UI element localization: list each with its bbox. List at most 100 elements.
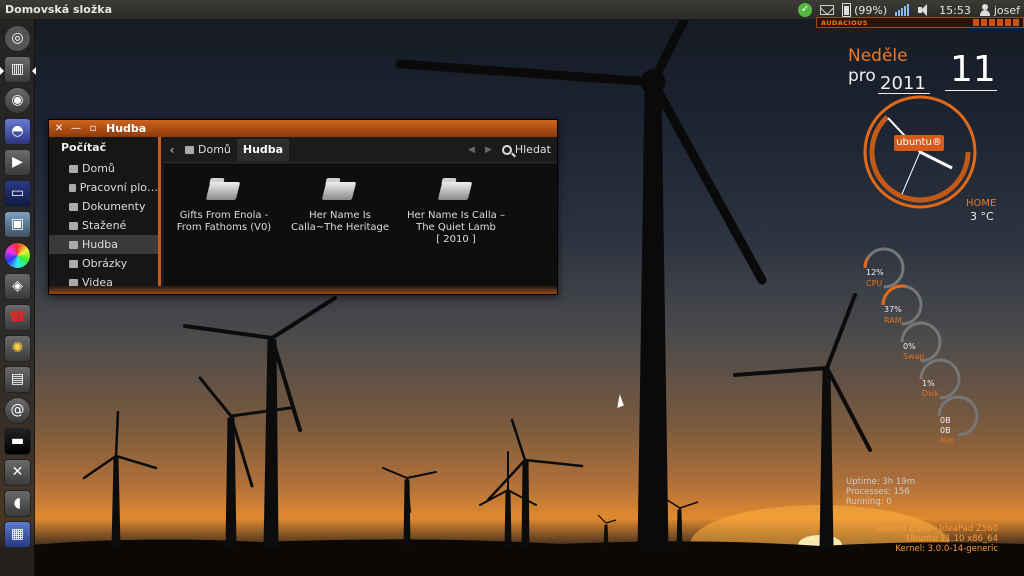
minimize-icon[interactable]: — (69, 122, 83, 136)
audacious-controls (973, 19, 1019, 26)
close-icon[interactable] (1013, 19, 1019, 26)
audacious-label: AUDACIOUS (821, 18, 868, 27)
color-wheel-icon[interactable] (4, 242, 31, 269)
tools-icon[interactable]: ◈ (4, 273, 31, 300)
folder-name-line: Calla~The Heritage (290, 222, 390, 233)
sidebar-item-desktop[interactable]: Pracovní plo… (49, 178, 158, 197)
conky-day-name: Neděle (848, 46, 908, 66)
window-bottom-edge (49, 286, 557, 294)
folder-name-line: [ 2010 ] (436, 234, 476, 245)
user-name: josef (993, 3, 1020, 17)
music-icon (69, 240, 78, 249)
os-version: Ubuntu 11.10 x86_64 (906, 534, 998, 544)
net-up-value: 0B (940, 426, 951, 435)
trash-icon[interactable]: ▦ (4, 521, 31, 548)
conky-year: 2011 (880, 73, 926, 94)
nav-forward-icon[interactable]: ▶ (485, 145, 492, 155)
downloads-icon (69, 221, 78, 230)
clock-hour-hand (919, 150, 953, 170)
next-icon[interactable] (1005, 19, 1011, 26)
swap-label: Swap (903, 352, 925, 361)
ram-label: RAM (884, 316, 902, 325)
photos-icon[interactable]: ▣ (4, 211, 31, 238)
sync-ok-icon[interactable]: ✓ (798, 3, 813, 17)
user-icon (979, 4, 991, 16)
sidebar-item-home[interactable]: Domů (49, 159, 158, 178)
folder-item[interactable]: Gifts From Enola - From Fathoms (V0) (168, 176, 280, 234)
mouse-icon[interactable]: ◖ (4, 490, 31, 517)
back-chevron-icon[interactable]: ‹ (165, 143, 179, 157)
prev-icon[interactable] (973, 19, 979, 26)
cpu-label: CPU (866, 279, 883, 288)
stop-icon[interactable] (997, 19, 1003, 26)
swap-value: 0% (903, 342, 916, 351)
running: Running: 0 (846, 497, 892, 507)
search-icon (501, 144, 512, 155)
phone-icon[interactable]: ☎ (4, 304, 31, 331)
sidebar-item-downloads[interactable]: Stažené (49, 216, 158, 235)
audacious-player[interactable]: AUDACIOUS (816, 17, 1024, 28)
folder-name-line: From Fathoms (V0) (176, 222, 272, 233)
maximize-icon[interactable]: ▫ (86, 122, 100, 136)
launcher: ◎ ▥ ◉ ◓ ▶ ▭ ▣ ◈ ☎ ✺ ▤ @ ▬ ✕ ◖ ▦ (0, 20, 36, 576)
turbine-mid (82, 296, 699, 549)
mail-icon[interactable] (820, 5, 835, 15)
sidebar-item-documents[interactable]: Dokumenty (49, 197, 158, 216)
home-icon (69, 164, 78, 173)
conky-month: pro (848, 66, 876, 86)
close-icon[interactable]: ✕ (52, 122, 66, 136)
breadcrumb-music[interactable]: Hudba (236, 138, 290, 161)
media-player-icon[interactable]: ▶ (4, 149, 31, 176)
conky-location: HOME (966, 198, 997, 209)
folder-item[interactable]: Her Name Is Calla~The Heritage (284, 176, 396, 234)
places-sidebar: Počítač Domů Pracovní plo… Dokumenty Sta… (49, 137, 161, 287)
wifi-signal-icon[interactable] (895, 4, 910, 16)
breadcrumb-home[interactable]: Domů (179, 139, 237, 161)
net-label: Net (940, 436, 955, 445)
play-icon[interactable] (981, 19, 987, 26)
user-menu[interactable]: josef (979, 4, 1020, 17)
battery-indicator[interactable]: (99%) (842, 3, 887, 17)
home-icon (185, 145, 194, 154)
folder-name-line: The Quiet Lamb (416, 222, 496, 233)
conky-day-number: 11 (950, 49, 996, 90)
monitor-icon[interactable]: ▭ (4, 180, 31, 207)
conky-temperature: 3 °C (970, 210, 994, 223)
search-button[interactable]: Hledat (501, 143, 551, 156)
conky-clock (863, 95, 977, 209)
sidebar-item-music[interactable]: Hudba (49, 235, 158, 254)
clock-time[interactable]: 15:53 (939, 4, 971, 17)
window-icon[interactable]: ▬ (4, 428, 31, 455)
terminal-icon[interactable]: ▤ (4, 366, 31, 393)
pictures-icon (69, 259, 78, 268)
nav-back-icon[interactable]: ◀ (468, 145, 475, 155)
ubuntu-logo-icon[interactable]: ◎ (4, 25, 31, 52)
sidebar-item-videos[interactable]: Videa (49, 273, 158, 287)
file-view: Gifts From Enola - From Fathoms (V0) Her… (164, 164, 557, 288)
folder-name-line: Her Name Is Calla – (407, 210, 505, 221)
hat-icon[interactable]: ◓ (4, 118, 31, 145)
settings-icon[interactable]: ✕ (4, 459, 31, 486)
hills (0, 539, 1024, 576)
uptime: Uptime: 3h 19m (846, 477, 915, 487)
active-window-title: Domovská složka (5, 3, 113, 16)
bulb-icon[interactable]: ✺ (4, 335, 31, 362)
files-icon[interactable]: ▥ (0, 56, 36, 83)
folder-name-line: Her Name Is (309, 210, 371, 221)
folder-icon (208, 176, 240, 202)
search-label: Hledat (514, 143, 551, 156)
documents-icon (69, 202, 78, 211)
sidebar-item-pictures[interactable]: Obrázky (49, 254, 158, 273)
ubuntu-badge: ubuntu® (894, 135, 944, 151)
folder-item[interactable]: Her Name Is Calla – The Quiet Lamb [ 201… (400, 176, 512, 246)
machine-model: Lenovo B560 - IdeaPad Z560 (875, 524, 998, 534)
window-titlebar[interactable]: ✕ — ▫ Hudba (49, 120, 557, 137)
disc-icon[interactable]: ◉ (4, 87, 31, 114)
battery-icon (842, 3, 852, 17)
kernel-version: Kernel: 3.0.0-14-generic (895, 544, 998, 554)
pause-icon[interactable] (989, 19, 995, 26)
disk-label: Disk (922, 389, 940, 398)
swirl-icon[interactable]: @ (4, 397, 31, 424)
volume-icon[interactable] (917, 4, 931, 16)
folder-icon (324, 176, 356, 202)
